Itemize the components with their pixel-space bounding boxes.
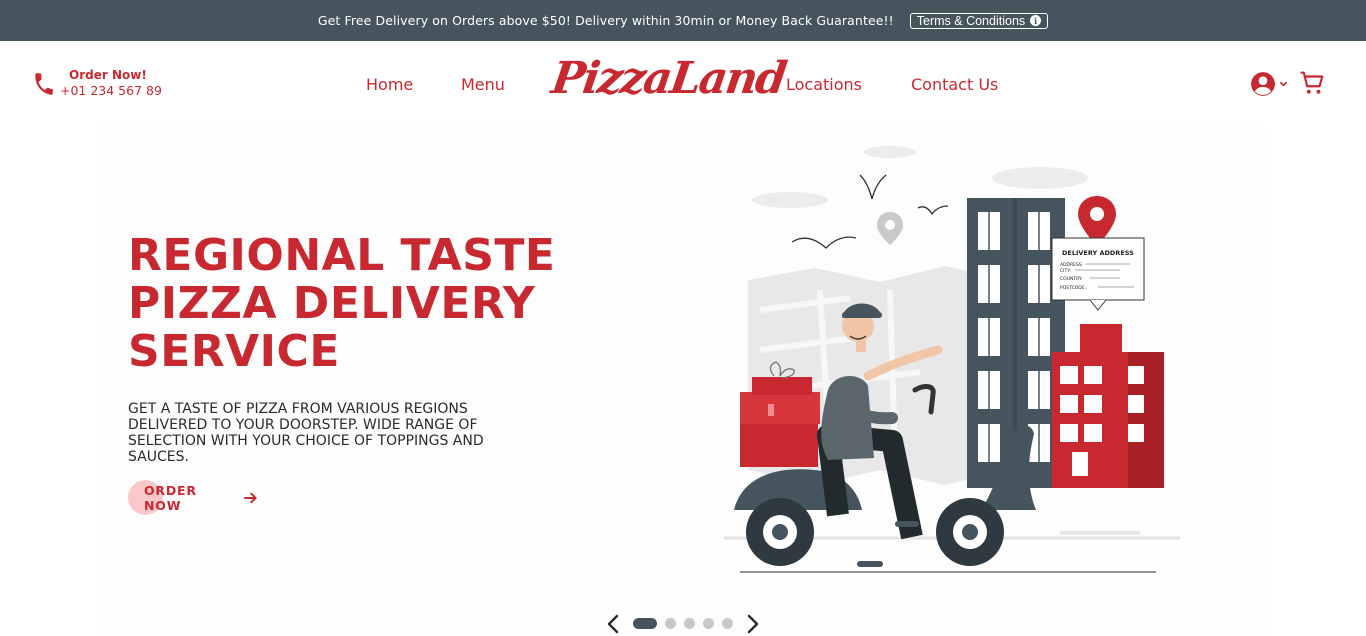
pizzaland-logo[interactable]: PizzaLand (548, 51, 788, 107)
terms-conditions-button[interactable]: Terms & Conditions i (909, 12, 1049, 29)
carousel-dot[interactable] (703, 618, 714, 629)
order-now-label: ORDER NOW (144, 483, 197, 513)
nav-contact-us[interactable]: Contact Us (911, 75, 998, 94)
announcement-bar: Get Free Delivery on Orders above $50! D… (0, 0, 1366, 41)
carousel-dot[interactable] (722, 618, 733, 629)
delivery-scooter-illustration: DELIVERY ADDRESS ADDRESS: CITY: COUNTRY:… (724, 146, 1180, 573)
address-field-label: POSTCODE : (1060, 285, 1088, 291)
order-now-button[interactable]: ORDER NOW (128, 480, 258, 516)
order-now-title: Order Now! (69, 68, 147, 82)
carousel-prev-icon[interactable] (605, 613, 621, 635)
cart-icon[interactable] (1299, 70, 1325, 96)
nav-home[interactable]: Home (366, 75, 413, 94)
hero-title-line: SERVICE (128, 326, 340, 377)
phone-icon (35, 73, 53, 95)
site-header: Order Now! +01 234 567 89 Home Menu Pizz… (0, 41, 1366, 127)
order-now-contact[interactable]: Order Now! +01 234 567 89 (31, 67, 162, 99)
carousel-dot[interactable] (684, 618, 695, 629)
arrow-right-icon (244, 492, 258, 504)
announcement-text: Get Free Delivery on Orders above $50! D… (317, 13, 894, 28)
address-field-label: ADDRESS: (1060, 262, 1083, 268)
order-phone-number[interactable]: +01 234 567 89 (60, 83, 162, 99)
user-circle-icon[interactable] (1250, 71, 1276, 97)
carousel-next-icon[interactable] (745, 613, 761, 635)
address-field-label: COUNTRY: (1060, 276, 1083, 282)
address-card-title: DELIVERY ADDRESS (1062, 249, 1134, 257)
carousel-dot[interactable] (665, 618, 676, 629)
hero-title-line: REGIONAL TASTE (128, 230, 556, 281)
hero-title: REGIONAL TASTE PIZZA DELIVERY SERVICE (128, 232, 558, 376)
nav-locations[interactable]: Locations (786, 75, 862, 94)
address-field-label: CITY: (1060, 268, 1071, 274)
hero-description: GET A TASTE OF PIZZA FROM VARIOUS REGION… (128, 401, 484, 465)
info-icon: i (1030, 15, 1042, 26)
nav-menu[interactable]: Menu (461, 75, 505, 94)
terms-label: Terms & Conditions (916, 13, 1026, 28)
carousel-dot-active[interactable] (633, 618, 657, 629)
chevron-down-icon[interactable] (1279, 79, 1288, 88)
hero-title-line: PIZZA DELIVERY (128, 278, 536, 329)
